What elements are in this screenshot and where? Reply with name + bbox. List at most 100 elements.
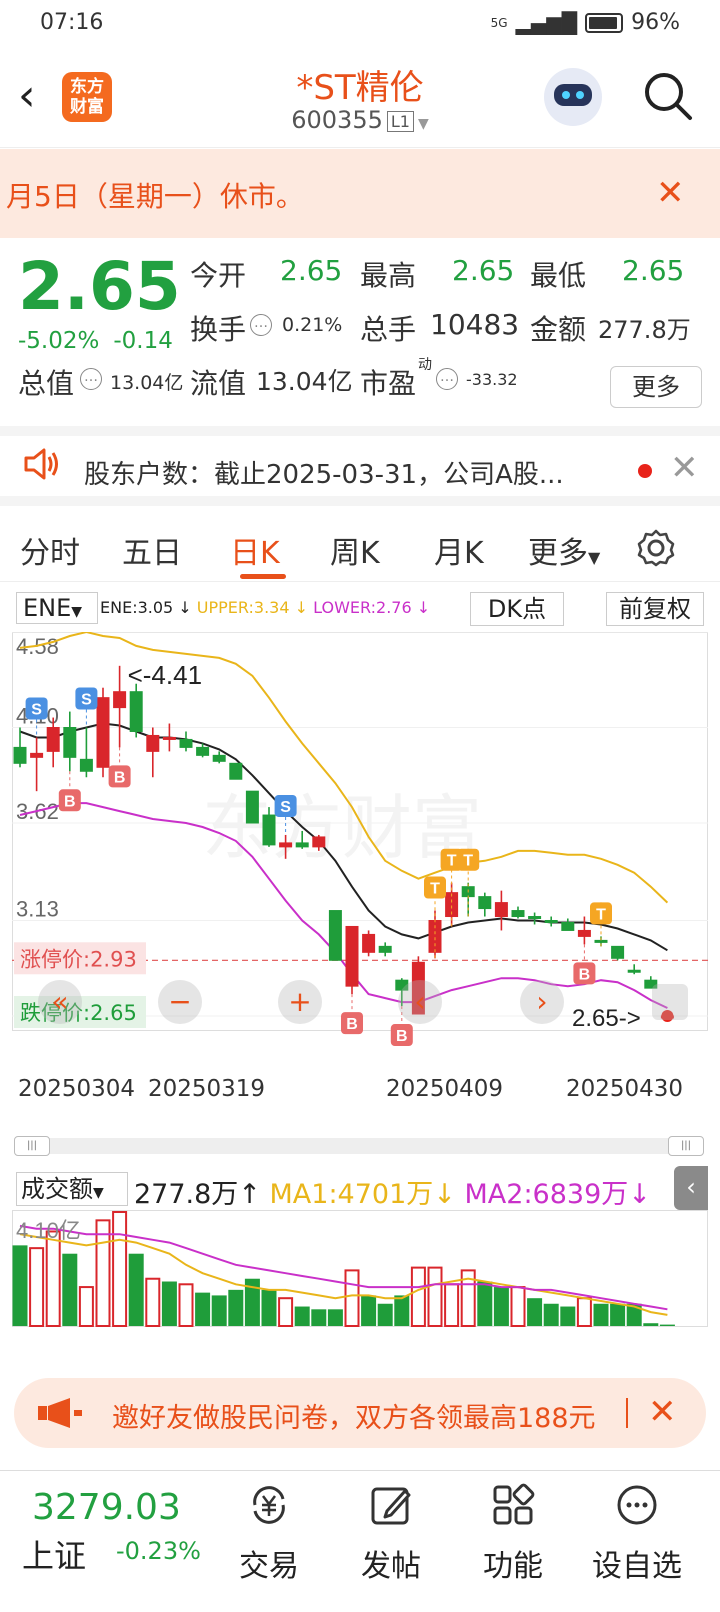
current-price: 2.65 — [18, 248, 181, 325]
date-label: 20250409 — [386, 1076, 504, 1102]
date-label: 20250319 — [148, 1076, 266, 1102]
robot-assistant-icon[interactable] — [544, 68, 602, 126]
nav-functions[interactable]: 功能 — [458, 1483, 568, 1585]
adjust-button[interactable]: 前复权 — [606, 592, 704, 626]
indicator-selector[interactable]: ENE▼ — [16, 592, 98, 624]
candle-body — [345, 925, 359, 987]
low-label: 最低 — [530, 259, 587, 292]
limit-up-label: 涨停价:2.93 — [20, 947, 137, 971]
close-icon[interactable]: ✕ — [670, 448, 699, 488]
speaker-icon — [24, 448, 58, 480]
change-amount: -0.14 — [113, 328, 173, 354]
high-label: 最高 — [360, 259, 417, 292]
signal-label: B — [114, 769, 126, 786]
nav-add-watchlist[interactable]: 设自选 — [582, 1483, 692, 1585]
volume-bar — [211, 1295, 227, 1326]
stock-code-selector[interactable]: 600355 L1 ▼ — [0, 106, 720, 134]
candle-body — [245, 790, 259, 824]
volume-indicator-selector[interactable]: 成交额▼ — [16, 1172, 128, 1206]
tab-five-day[interactable]: 五日 — [122, 528, 182, 572]
float-label: 流值 — [190, 367, 247, 400]
index-name: 上证 — [22, 1537, 87, 1575]
volume-bar — [178, 1283, 194, 1328]
volume-bar — [361, 1295, 377, 1326]
search-icon[interactable] — [642, 70, 694, 122]
nav-trade-label: 交易 — [239, 1549, 299, 1584]
low-value: 2.65 — [622, 254, 685, 287]
survey-text: 邀好友做股民问卷，双方各领最高188元 — [112, 1403, 596, 1434]
volume-bar — [78, 1286, 94, 1328]
volume-bar — [377, 1303, 393, 1326]
volume-bar — [45, 1230, 61, 1327]
volume-bar — [29, 1247, 45, 1328]
tab-intraday[interactable]: 分时 — [20, 528, 80, 572]
more-circle-icon — [617, 1485, 657, 1525]
volume-bar — [278, 1297, 294, 1327]
chart-control-icon: + — [288, 985, 311, 1018]
candle-body — [179, 738, 193, 748]
signal-label: T — [447, 853, 457, 870]
signal-label: S — [31, 701, 42, 718]
candle-body — [511, 910, 525, 918]
volume-bar — [394, 1295, 410, 1326]
volume-bar — [195, 1292, 211, 1326]
signal-label: S — [81, 692, 92, 709]
more-dots-icon[interactable]: … — [250, 314, 272, 336]
candle-body — [279, 842, 293, 848]
more-dots-icon[interactable]: … — [436, 368, 458, 390]
open-value: 2.65 — [280, 254, 343, 287]
nav-trade[interactable]: 交易 — [214, 1483, 324, 1585]
tab-more[interactable]: 更多▼ — [528, 528, 600, 572]
tab-weekly-k[interactable]: 周K — [330, 528, 380, 572]
volume-bar — [145, 1277, 161, 1327]
candle-body — [378, 945, 392, 953]
index-change: -0.23% — [116, 1537, 201, 1565]
candle-body — [312, 836, 326, 848]
candle-body — [594, 939, 608, 943]
nav-post[interactable]: 发帖 — [336, 1483, 446, 1585]
volume-ma2: MA2:6839万 — [464, 1179, 629, 1210]
shareholder-notice[interactable]: 股东户数：截止2025-03-31，公司A股... ✕ — [0, 426, 720, 506]
survey-banner[interactable]: 邀好友做股民问卷，双方各领最高188元 ✕ — [14, 1378, 706, 1448]
chart-range-scrollbar[interactable]: ||| ||| — [14, 1136, 708, 1156]
date-label: 20250304 — [18, 1076, 136, 1102]
tab-monthly-k[interactable]: 月K — [434, 528, 484, 572]
candle-body — [146, 734, 160, 752]
volume-values: 277.8万↑ MA1:4701万↓ MA2:6839万↓ — [134, 1179, 651, 1210]
stock-header: ‹ 东方 财富 *ST精伦 600355 L1 ▼ — [0, 48, 720, 148]
watermark: 东方财富 — [202, 787, 482, 869]
ene-values: ENE:3.05 ↓ UPPER:3.34 ↓ LOWER:2.76 ↓ — [100, 598, 431, 617]
amount-value: 277.8万 — [598, 316, 691, 344]
yen-exchange-icon — [253, 1486, 285, 1524]
caret-down-icon: ▼ — [71, 604, 83, 620]
volume-chart[interactable]: 4.10亿 — [12, 1210, 708, 1360]
tab-daily-k[interactable]: 日K — [230, 528, 280, 572]
volume-bar — [410, 1266, 426, 1327]
kline-chart[interactable]: 4.584.103.623.132.65东方财富SSBBSBBTTTBT<-4.… — [12, 632, 708, 1064]
range-handle-left[interactable]: ||| — [14, 1136, 50, 1156]
more-dots-icon[interactable]: … — [80, 368, 102, 390]
turnover-value: 0.21% — [282, 314, 343, 336]
dk-point-button[interactable]: DK点 — [470, 592, 564, 626]
stock-code: 600355 — [291, 106, 383, 134]
candle-body — [611, 945, 625, 959]
candle-body — [162, 736, 176, 740]
candle-body — [113, 691, 127, 709]
volume-bar — [344, 1269, 360, 1327]
more-button[interactable]: 更多 — [610, 366, 702, 408]
signal-label: B — [64, 793, 76, 810]
active-tab-indicator — [240, 574, 286, 579]
gear-icon[interactable] — [636, 528, 676, 568]
volume-bar — [444, 1283, 460, 1328]
range-handle-right[interactable]: ||| — [668, 1136, 704, 1156]
candle-body — [129, 691, 143, 732]
close-icon[interactable]: ✕ — [656, 173, 685, 213]
fullscreen-icon[interactable] — [652, 984, 688, 1020]
amount-label: 金额 — [530, 313, 587, 346]
collapse-panel-button[interactable]: ‹ — [674, 1166, 708, 1210]
volume-bar — [510, 1286, 526, 1328]
signal-bars-icon: ▂▄▆█ — [515, 10, 578, 35]
close-icon[interactable]: ✕ — [648, 1392, 677, 1432]
candle-body — [262, 814, 276, 846]
battery-icon — [585, 12, 624, 33]
